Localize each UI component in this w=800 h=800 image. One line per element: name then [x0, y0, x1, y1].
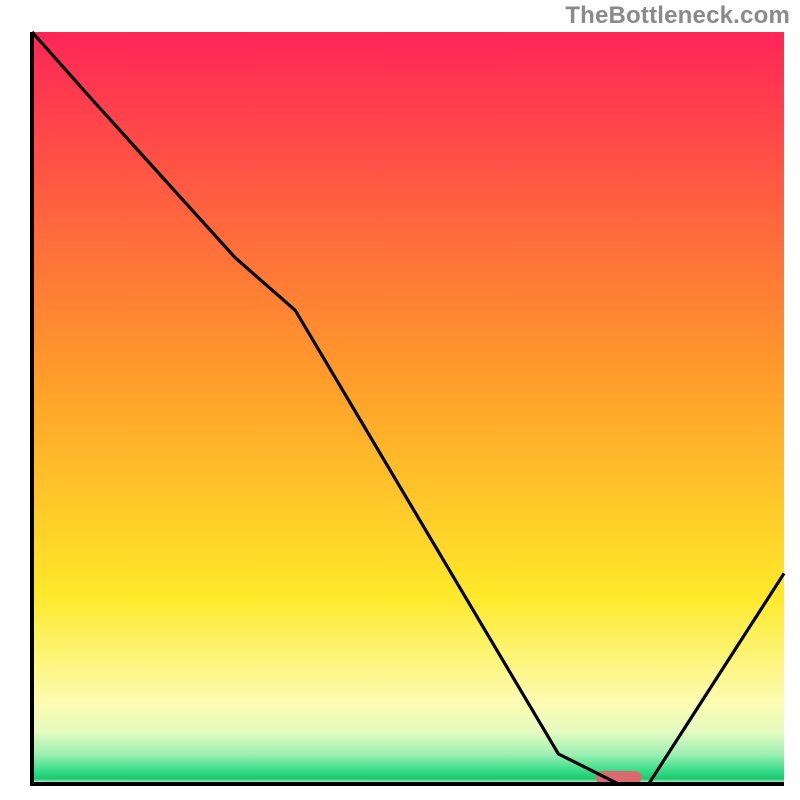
bottleneck-chart	[0, 0, 800, 800]
plot-area	[32, 32, 784, 784]
chart-container: TheBottleneck.com	[0, 0, 800, 800]
background-gradient	[32, 32, 784, 784]
